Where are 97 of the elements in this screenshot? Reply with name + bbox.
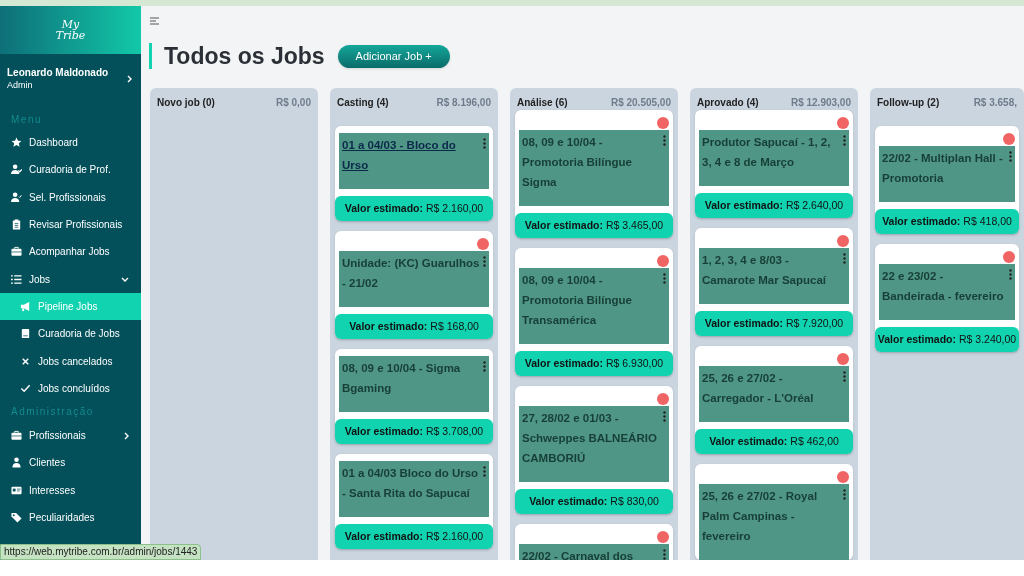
job-title-link[interactable]: 01 a 04/03 - Bloco do Urso	[342, 135, 483, 175]
user-role: Admin	[7, 79, 34, 91]
sidebar-item[interactable]: Peculiaridades	[0, 503, 141, 532]
more-icon[interactable]	[483, 466, 486, 477]
sidebar-item[interactable]: Acompanhar Jobs	[0, 238, 141, 266]
briefcase-icon	[11, 246, 22, 258]
estimated-value: Valor estimado: R$ 6.930,00	[515, 351, 673, 376]
sidebar-item[interactable]: Clientes	[0, 449, 141, 477]
sidebar-item[interactable]: Interesses	[0, 476, 141, 504]
estimated-value: Valor estimado: R$ 168,00	[335, 314, 493, 339]
job-title: 01 a 04/03 Bloco do Urso - Santa Rita do Sapucaí	[342, 466, 480, 501]
more-icon[interactable]	[843, 489, 846, 500]
chevron-right-icon[interactable]	[127, 74, 132, 83]
sidebar-item[interactable]: Jobs cancelados	[0, 347, 141, 375]
job-card[interactable]: 08, 09 e 10/04 - Promotoria Bilíngue Transamérica Valor estimado: R$ 6.930,00	[515, 248, 673, 376]
sidebar-item[interactable]: Curadoria de Prof.	[0, 156, 141, 184]
more-icon[interactable]	[843, 135, 846, 146]
job-card[interactable]: 08, 09 e 10/04 - Sigma Bgaming Valor estimado: R$ 3.708,00	[335, 349, 493, 444]
job-title: Produtor Sapucaí - 1, 2, 3, 4 e 8 de Março	[702, 135, 832, 170]
column-title: Casting (4)	[337, 96, 389, 110]
sidebar-item[interactable]: Dashboard	[0, 129, 141, 157]
job-card[interactable]: 1, 2, 3, 4 e 8/03 - Camarote Mar Sapucaí Valor estimado: R$ 7.920,00	[695, 228, 853, 336]
add-job-button[interactable]: Adicionar Job +	[337, 44, 450, 68]
briefcase-icon	[11, 430, 22, 442]
section-heading: Menu	[10, 112, 43, 127]
job-title: 25, 26 e 27/02 - Carregador - L'Oréal	[702, 371, 815, 406]
list-icon	[11, 273, 22, 285]
job-card[interactable]: Produtor Sapucaí - 1, 2, 3, 4 e 8 de Março Valor estimado: R$ 2.640,00	[695, 110, 853, 218]
column-total: R$ 3.658,	[973, 96, 1017, 110]
id-card-icon	[11, 484, 22, 496]
estimated-value: Valor estimado: R$ 3.708,00	[335, 419, 493, 444]
job-card[interactable]: 22 e 23/02 - Bandeirada - fevereiro Valor estimado: R$ 3.240,00	[875, 244, 1019, 352]
user-icon	[11, 457, 22, 469]
column-total: R$ 8.196,00	[436, 96, 491, 110]
estimated-value: Valor estimado: R$ 2.160,00	[335, 196, 493, 221]
job-card[interactable]: 08, 09 e 10/04 - Promotoria Bilíngue Sigma Valor estimado: R$ 3.465,00	[515, 110, 673, 238]
column-total: R$ 0,00	[275, 96, 311, 110]
user-name: Leonardo Maldonado	[7, 66, 110, 79]
more-icon[interactable]	[663, 411, 666, 422]
job-title: 25, 26 e 27/02 - Royal Palm Campinas - fevereiro	[702, 489, 819, 544]
job-title: 22 e 23/02 - Bandeirada - fevereiro	[882, 269, 1005, 304]
job-title: 1, 2, 3, 4 e 8/03 - Camarote Mar Sapucaí	[702, 253, 827, 288]
star-icon	[11, 137, 22, 149]
user-check-icon	[11, 164, 22, 176]
column-title: Aprovado (4)	[697, 96, 759, 110]
column-total: R$ 12.903,00	[790, 96, 851, 110]
more-icon[interactable]	[483, 138, 486, 149]
estimated-value: Valor estimado: R$ 830,00	[515, 489, 673, 514]
book-icon	[20, 328, 31, 340]
logo: My Tribe	[54, 19, 87, 41]
job-card[interactable]: 01 a 04/03 Bloco do Urso - Santa Rita do Sapucaí Valor estimado: R$ 2.160,00	[335, 454, 493, 549]
more-icon[interactable]	[1009, 151, 1012, 162]
estimated-value: Valor estimado: R$ 7.920,00	[695, 311, 853, 336]
job-title: 08, 09 e 10/04 - Promotoria Bilíngue Transamérica	[522, 273, 633, 328]
check-icon	[20, 382, 31, 394]
sidebar-item[interactable]: Revisar Profissionais	[0, 210, 141, 239]
column-title: Análise (6)	[517, 96, 568, 110]
user-check-icon	[11, 191, 22, 203]
sidebar-item[interactable]: Jobs concluídos	[0, 374, 141, 402]
section-heading: Administração	[10, 405, 95, 420]
job-title: 22/02 - Multiplan Hall - Promotoria	[882, 151, 1004, 186]
sidebar-item[interactable]: Jobs	[0, 265, 141, 293]
job-title: 08, 09 e 10/04 - Sigma Bgaming	[342, 361, 462, 396]
estimated-value: Valor estimado: R$ 462,00	[695, 429, 853, 454]
more-icon[interactable]	[1009, 269, 1012, 280]
estimated-value: Valor estimado: R$ 2.160,00	[335, 524, 493, 549]
column-title: Novo job (0)	[157, 96, 215, 110]
sidebar-item[interactable]: Sel. Profissionais	[0, 183, 141, 211]
job-card[interactable]: Unidade: (KC) Guarulhos - 21/02 Valor estimado: R$ 168,00	[335, 231, 493, 339]
estimated-value: Valor estimado: R$ 2.640,00	[695, 193, 853, 218]
job-card[interactable]: 25, 26 e 27/02 - Carregador - L'Oréal Valor estimado: R$ 462,00	[695, 346, 853, 454]
page-title: Todos os Jobs	[164, 41, 325, 71]
job-title: Unidade: (KC) Guarulhos - 21/02	[342, 256, 481, 291]
sidebar-item[interactable]: Profissionais	[0, 421, 141, 450]
more-icon[interactable]	[843, 371, 846, 382]
job-card[interactable]: 22/02 - Multiplan Hall - Promotoria Valor estimado: R$ 418,00	[875, 126, 1019, 234]
more-icon[interactable]	[663, 135, 666, 146]
estimated-value: Valor estimado: R$ 3.465,00	[515, 213, 673, 238]
column-total: R$ 20.505,00	[610, 96, 671, 110]
estimated-value: Valor estimado: R$ 418,00	[875, 209, 1019, 234]
tag-icon	[11, 512, 22, 523]
close-icon	[20, 355, 31, 367]
more-icon[interactable]	[843, 253, 846, 264]
job-title: 27, 28/02 e 01/03 - Schweppes BALNEÁRIO CAMBORIÚ	[522, 411, 658, 466]
job-title: 08, 09 e 10/04 - Promotoria Bilíngue Sigma	[522, 135, 633, 190]
more-icon[interactable]	[663, 549, 666, 560]
megaphone-icon	[20, 300, 31, 312]
more-icon[interactable]	[663, 273, 666, 284]
clipboard-icon	[11, 219, 22, 231]
job-title: 22/02 - Carnaval dos	[522, 549, 635, 560]
job-card[interactable]: 01 a 04/03 - Bloco do Urso Valor estimado: R$ 2.160,00	[335, 126, 493, 221]
sidebar-item[interactable]: Curadoria de Jobs	[0, 320, 141, 348]
estimated-value: Valor estimado: R$ 3.240,00	[875, 327, 1019, 352]
more-icon[interactable]	[483, 256, 486, 267]
column-title: Follow-up (2)	[877, 96, 940, 110]
more-icon[interactable]	[483, 361, 486, 372]
job-card[interactable]: 27, 28/02 e 01/03 - Schweppes BALNEÁRIO CAMBORIÚ Valor estimado: R$ 830,00	[515, 386, 673, 514]
